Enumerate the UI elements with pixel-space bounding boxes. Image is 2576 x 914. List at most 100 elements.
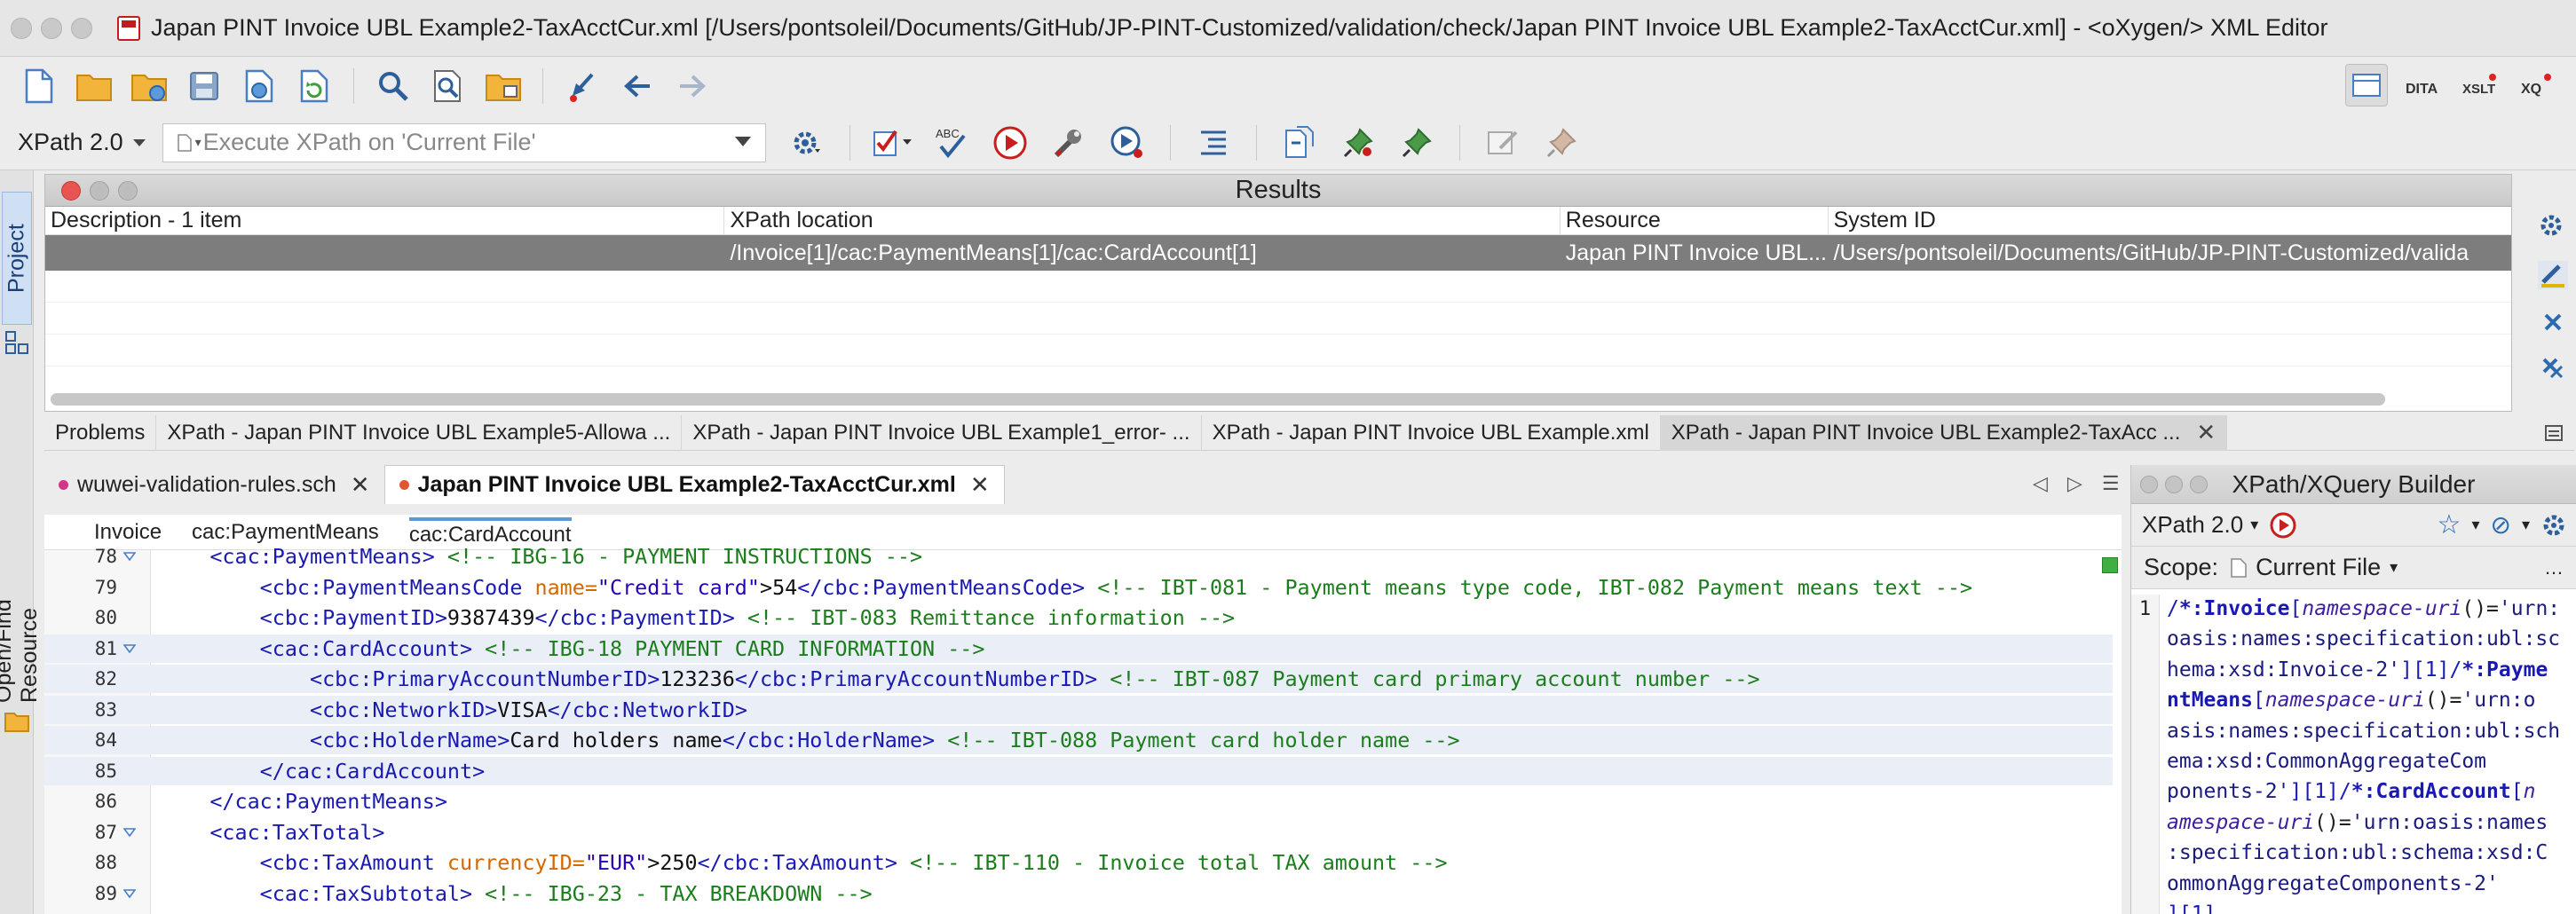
tab-problems[interactable]: Problems bbox=[44, 414, 157, 451]
gear-icon[interactable] bbox=[2539, 211, 2567, 240]
xml-code-editor[interactable]: 78 <cac:PaymentMeans> <!-- IBG-16 - PAYM… bbox=[44, 544, 2122, 914]
close-tab-icon[interactable]: ✕ bbox=[351, 471, 370, 499]
close-tab-icon[interactable]: ✕ bbox=[970, 471, 990, 499]
breadcrumb-item-paymentmeans[interactable]: cac:PaymentMeans bbox=[192, 520, 379, 545]
builder-version-dropdown[interactable]: XPath 2.0 ▾ bbox=[2142, 511, 2258, 539]
open-file-button[interactable] bbox=[73, 65, 115, 107]
tab-xpath-example2-active[interactable]: XPath - Japan PINT Invoice UBL Example2-… bbox=[1660, 414, 2228, 451]
maximize-builder-button[interactable] bbox=[2190, 476, 2208, 493]
previous-tab-icon[interactable]: ◁ bbox=[2033, 472, 2048, 495]
minimize-window-button[interactable] bbox=[41, 17, 62, 39]
remove-icon[interactable] bbox=[2541, 311, 2564, 334]
code-line[interactable]: 89 <cac:TaxSubtotal> <!-- IBG-23 - TAX B… bbox=[44, 879, 2113, 908]
unpin-button[interactable] bbox=[1540, 122, 1583, 164]
history-icon[interactable]: ⊘ bbox=[2490, 510, 2510, 540]
results-row[interactable]: /Invoice[1]/cac:PaymentMeans[1]/cac:Card… bbox=[45, 235, 2511, 271]
format-indent-button[interactable] bbox=[1192, 122, 1235, 164]
tab-list-icon[interactable]: ☰ bbox=[2102, 472, 2120, 495]
close-results-button[interactable] bbox=[61, 181, 81, 201]
find-in-files-button[interactable] bbox=[427, 65, 470, 107]
editor-tab-schematron[interactable]: wuwei-validation-rules.sch ✕ bbox=[44, 465, 384, 504]
close-window-button[interactable] bbox=[11, 17, 32, 39]
code-line[interactable]: 90 <cbc:TaxableAmount currencyID="EUR">2… bbox=[44, 910, 2113, 914]
xpath-input[interactable]: ▾ Execute XPath on 'Current File' bbox=[162, 122, 766, 162]
code-line[interactable]: 88 <cbc:TaxAmount currencyID="EUR">250</… bbox=[44, 848, 2113, 877]
minimize-builder-button[interactable] bbox=[2165, 476, 2183, 493]
xpath-history-dropdown[interactable] bbox=[734, 136, 751, 146]
code-line[interactable]: 83 <cbc:NetworkID>VISA</cbc:NetworkID> bbox=[44, 695, 2113, 724]
results-horizontal-scrollbar[interactable] bbox=[51, 393, 2385, 406]
xpath-expression-editor[interactable]: 1 /*:Invoice[namespace-uri ()='urn: oasis:… bbox=[2131, 595, 2576, 914]
reload-button[interactable] bbox=[293, 65, 336, 107]
execute-play-icon[interactable] bbox=[2269, 511, 2297, 540]
xslt-debugger-button[interactable]: XSLT bbox=[2459, 64, 2501, 106]
fold-toggle-icon[interactable] bbox=[117, 888, 142, 898]
zoom-window-button[interactable] bbox=[71, 17, 92, 39]
code-line[interactable]: 84 <cbc:HolderName>Card holders name</cb… bbox=[44, 726, 2113, 754]
minimize-results-button[interactable] bbox=[90, 181, 109, 201]
open-find-resource-side-tab[interactable]: Open/Find Resource bbox=[0, 499, 42, 703]
close-tab-icon[interactable]: ✕ bbox=[2196, 419, 2216, 446]
new-file-button[interactable] bbox=[18, 65, 60, 107]
xquery-debugger-button[interactable]: XQ bbox=[2516, 64, 2558, 106]
code-text: <cbc:NetworkID>VISA</cbc:NetworkID> bbox=[160, 697, 747, 722]
forward-button[interactable] bbox=[671, 65, 714, 107]
chevron-down-icon: ▾ bbox=[2250, 516, 2259, 533]
editor-perspective-button[interactable] bbox=[2345, 64, 2388, 106]
xpath-settings-button[interactable] bbox=[786, 122, 828, 164]
xquery-builder-title: XPath/XQuery Builder bbox=[2232, 469, 2476, 498]
favorite-star-icon[interactable]: ☆ bbox=[2438, 509, 2461, 540]
maximize-results-button[interactable] bbox=[118, 181, 138, 201]
code-line[interactable]: 82 <cbc:PrimaryAccountNumberID>123236</c… bbox=[44, 665, 2113, 693]
column-header-system-id[interactable]: System ID bbox=[1829, 207, 2511, 234]
back-button[interactable] bbox=[616, 65, 659, 107]
tab-xpath-example1-error[interactable]: XPath - Japan PINT Invoice UBL Example1_… bbox=[682, 414, 1202, 451]
go-to-last-modification-button[interactable] bbox=[561, 65, 604, 107]
next-tab-icon[interactable]: ▷ bbox=[2067, 472, 2082, 495]
save-url-button[interactable] bbox=[238, 65, 281, 107]
xpath-version-dropdown[interactable]: XPath 2.0 bbox=[18, 129, 146, 156]
column-header-xpath-location[interactable]: XPath location bbox=[724, 207, 1561, 234]
code-line[interactable]: 85 </cac:CardAccount> bbox=[44, 756, 2113, 785]
code-line[interactable]: 78 <cac:PaymentMeans> <!-- IBG-16 - PAYM… bbox=[44, 542, 2113, 571]
fold-toggle-icon[interactable] bbox=[117, 643, 142, 653]
gear-icon[interactable] bbox=[2540, 512, 2567, 539]
check-spelling-button[interactable]: ABC bbox=[930, 122, 973, 164]
code-line[interactable]: 80 <cbc:PaymentID>9387439</cbc:PaymentID… bbox=[44, 603, 2113, 632]
close-builder-button[interactable] bbox=[2140, 476, 2158, 493]
validate-button[interactable] bbox=[872, 122, 914, 164]
compare-files-button[interactable] bbox=[1278, 122, 1321, 164]
find-button[interactable] bbox=[372, 65, 415, 107]
editor-tab-xml-active[interactable]: Japan PINT Invoice UBL Example2-TaxAcctC… bbox=[383, 465, 1005, 504]
code-line[interactable]: 79 <cbc:PaymentMeansCode name="Credit ca… bbox=[44, 573, 2113, 602]
fold-toggle-icon[interactable] bbox=[117, 552, 142, 561]
tab-menu-icon[interactable] bbox=[2544, 424, 2564, 442]
edit-attributes-button[interactable] bbox=[1482, 122, 1524, 164]
dita-perspective-button[interactable]: DITA bbox=[2402, 64, 2445, 106]
remove-all-icon[interactable] bbox=[2540, 355, 2566, 382]
chevron-down-icon[interactable]: ▾ bbox=[2522, 516, 2530, 534]
code-line[interactable]: 81 <cac:CardAccount> <!-- IBG-18 PAYMENT… bbox=[44, 634, 2113, 663]
toolbar-separator bbox=[542, 68, 543, 104]
tab-xpath-example[interactable]: XPath - Japan PINT Invoice UBL Example.x… bbox=[1202, 414, 1661, 451]
code-line[interactable]: 87 <cac:TaxTotal> bbox=[44, 818, 2113, 847]
fold-toggle-icon[interactable] bbox=[117, 827, 142, 837]
code-line[interactable]: 86 </cac:PaymentMeans> bbox=[44, 787, 2113, 816]
scope-dropdown[interactable]: Current File ▾ bbox=[2231, 554, 2398, 581]
open-find-resource-button[interactable] bbox=[482, 65, 525, 107]
debug-scenario-button[interactable] bbox=[1106, 122, 1149, 164]
open-url-button[interactable] bbox=[128, 65, 170, 107]
column-header-description[interactable]: Description - 1 item bbox=[45, 207, 725, 234]
more-options-icon[interactable]: … bbox=[2544, 556, 2564, 579]
breadcrumb-item-invoice[interactable]: Invoice bbox=[94, 520, 162, 545]
column-header-resource[interactable]: Resource bbox=[1561, 207, 1829, 234]
configure-transformation-button[interactable] bbox=[1047, 122, 1090, 164]
bookmarks-button[interactable] bbox=[1395, 122, 1438, 164]
tab-xpath-example5[interactable]: XPath - Japan PINT Invoice UBL Example5-… bbox=[156, 414, 683, 451]
save-button[interactable] bbox=[183, 65, 225, 107]
add-bookmark-button[interactable] bbox=[1337, 122, 1379, 164]
apply-transformation-button[interactable] bbox=[989, 122, 1031, 164]
project-side-tab[interactable]: Project bbox=[2, 192, 32, 325]
chevron-down-icon[interactable]: ▾ bbox=[2471, 516, 2479, 534]
highlight-icon[interactable] bbox=[2538, 261, 2568, 289]
